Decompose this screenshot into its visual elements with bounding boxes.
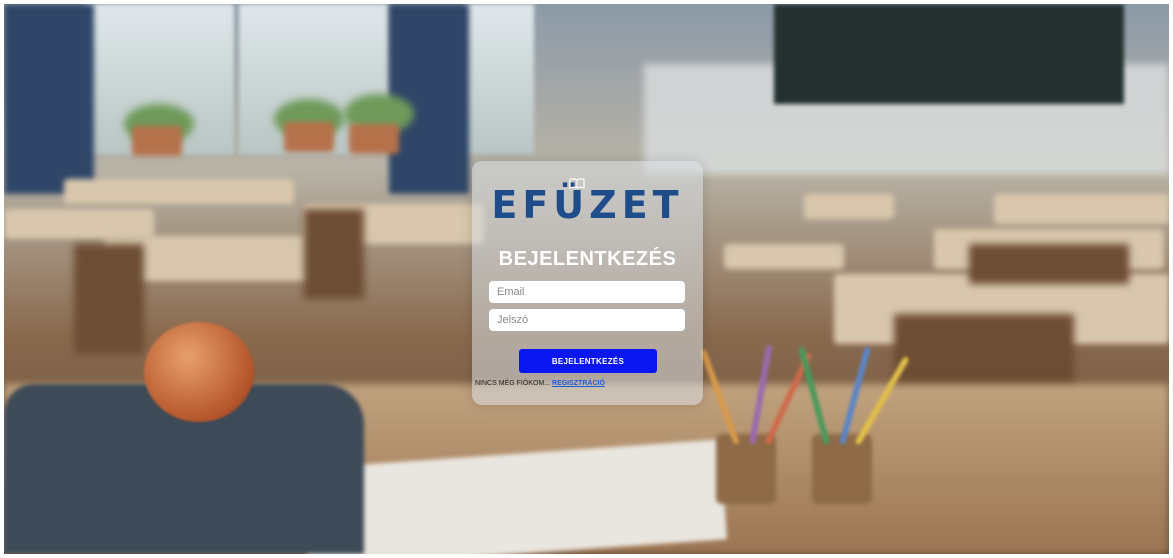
register-prompt: NINCS MÉG FIÓKOM... REGISZTRÁCIÓ (475, 380, 605, 387)
logo-text: EFÜZET (491, 183, 684, 227)
login-button[interactable]: BEJELENTKEZÉS (519, 349, 657, 373)
app-logo: EFÜZET (472, 178, 703, 230)
no-account-text: NINCS MÉG FIÓKOM... (475, 380, 551, 387)
email-field[interactable] (489, 281, 685, 303)
register-link[interactable]: REGISZTRÁCIÓ (552, 380, 605, 387)
password-field[interactable] (489, 309, 685, 331)
login-title: BEJELENTKEZÉS (498, 248, 677, 270)
book-icon (569, 178, 585, 189)
